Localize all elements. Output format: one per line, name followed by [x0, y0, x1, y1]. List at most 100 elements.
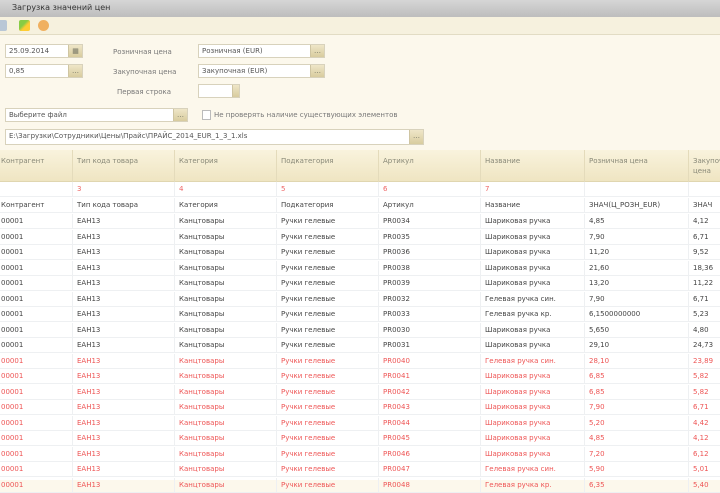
table-cell: 7,20	[584, 446, 688, 462]
coef-field[interactable]: 0,85 …	[5, 64, 83, 78]
table-cell	[688, 182, 720, 197]
column-header[interactable]: Тип кода товара	[72, 150, 174, 182]
table-cell: PR0041	[378, 369, 480, 384]
table-cell: 21,60	[584, 260, 688, 276]
table-row[interactable]: 00001 ЕАН13 Канцтовары Ручки гелевые PR0032 Г…	[0, 291, 720, 307]
skip-existing-checkbox[interactable]	[202, 110, 211, 120]
table-cell: 00001	[0, 447, 72, 462]
table-row[interactable]: 00001 ЕАН13 Канцтовары Ручки гелевые PR0035 Ш…	[0, 229, 720, 245]
table-cell: Контрагент	[0, 198, 72, 213]
column-header[interactable]: Закупочная цена	[688, 150, 720, 182]
table-cell: ЕАН13	[72, 415, 174, 431]
retail-price-select-button[interactable]: …	[310, 45, 324, 57]
purchase-price-field[interactable]: Закупочная (EUR) …	[198, 64, 325, 78]
table-cell: 00001	[0, 261, 72, 276]
table-cell: Ручки гелевые	[276, 369, 378, 384]
table-cell: 24,73	[688, 338, 720, 353]
table-cell: Канцтовары	[174, 276, 276, 291]
table-row[interactable]: 00001 ЕАН13 Канцтовары Ручки гелевые PR0030 Ш…	[0, 322, 720, 338]
table-cell: Артикул	[378, 198, 480, 213]
table-cell: ЕАН13	[72, 291, 174, 307]
table-cell: Шариковая ручка	[480, 260, 584, 276]
column-number-row[interactable]: 34567	[0, 182, 720, 197]
column-header[interactable]: Контрагент	[0, 150, 72, 182]
table-cell: Категория	[174, 198, 276, 213]
table-cell: Шариковая ручка	[480, 229, 584, 245]
refresh-icon[interactable]	[19, 20, 30, 31]
table-row[interactable]: 00001 ЕАН13 Канцтовары Ручки гелевые PR0038 Ш…	[0, 260, 720, 276]
table-cell: 6,85	[584, 384, 688, 400]
table-cell: PR0032	[378, 291, 480, 307]
column-header[interactable]: Артикул	[378, 150, 480, 182]
table-row[interactable]: 00001 ЕАН13 Канцтовары Ручки гелевые PR0044 Ш…	[0, 415, 720, 431]
table-cell: 00001	[0, 369, 72, 384]
first-row-field[interactable]	[198, 84, 240, 98]
table-cell: Шариковая ручка	[480, 431, 584, 446]
purchase-price-value: Закупочная (EUR)	[202, 67, 268, 75]
table-row[interactable]: 00001 ЕАН13 Канцтовары Ручки гелевые PR0041 Ш…	[0, 369, 720, 384]
template-row[interactable]: Контрагент Тип кода товара Категория Подкат…	[0, 198, 720, 213]
file-path-field[interactable]: E:\Загрузки\Сотрудники\Цены\Прайс\ПРАЙС_…	[5, 129, 424, 145]
table-row[interactable]: 00001 ЕАН13 Канцтовары Ручки гелевые PR0045 Ш…	[0, 431, 720, 446]
coef-select-button[interactable]: …	[68, 65, 82, 77]
table-cell: 5,20	[584, 415, 688, 431]
table-cell: Подкатегория	[276, 198, 378, 213]
table-cell: 23,89	[688, 353, 720, 369]
table-row[interactable]: 00001 ЕАН13 Канцтовары Ручки гелевые PR0039 Ш…	[0, 276, 720, 291]
save-icon[interactable]	[0, 20, 7, 31]
table-cell: 18,36	[688, 260, 720, 276]
browse-file-button[interactable]: …	[409, 130, 423, 144]
table-cell: 00001	[0, 323, 72, 338]
purchase-price-select-button[interactable]: …	[310, 65, 324, 77]
coef-value: 0,85	[9, 67, 25, 75]
table-cell: 00001	[0, 354, 72, 369]
table-cell: Шариковая ручка	[480, 322, 584, 338]
table-cell: 5,90	[584, 462, 688, 477]
table-cell: PR0030	[378, 322, 480, 338]
column-header[interactable]: Название	[480, 150, 584, 182]
table-cell: Ручки гелевые	[276, 446, 378, 462]
table-cell: Ручки гелевые	[276, 415, 378, 431]
table-row[interactable]: 00001 ЕАН13 Канцтовары Ручки гелевые PR0043 Ш…	[0, 400, 720, 415]
table-row[interactable]: 00001 ЕАН13 Канцтовары Ручки гелевые PR0036 Ш…	[0, 245, 720, 260]
table-cell: 4,12	[688, 431, 720, 446]
file-type-value: Выберите файл	[9, 111, 67, 119]
table-cell	[0, 182, 72, 197]
table-cell: PR0036	[378, 245, 480, 260]
table-cell: 29,10	[584, 338, 688, 353]
retail-price-field[interactable]: Розничная (EUR)…	[198, 44, 325, 58]
table-row[interactable]: 00001 ЕАН13 Канцтовары Ручки гелевые PR0047 Г…	[0, 462, 720, 477]
table-row[interactable]: 00001 ЕАН13 Канцтовары Ручки гелевые PR0042 Ш…	[0, 384, 720, 400]
table-row[interactable]: 00001 ЕАН13 Канцтовары Ручки гелевые PR0040 Г…	[0, 353, 720, 369]
table-row[interactable]: 00001 ЕАН13 Канцтовары Ручки гелевые PR0034 Ш…	[0, 214, 720, 229]
table-cell: PR0038	[378, 260, 480, 276]
table-cell: Шариковая ручка	[480, 446, 584, 462]
column-header[interactable]: Розничная цена	[584, 150, 688, 182]
table-cell: 11,20	[584, 245, 688, 260]
table-cell: 00001	[0, 385, 72, 400]
table-cell: 7,90	[584, 229, 688, 245]
table-cell: 00001	[0, 292, 72, 307]
table-cell: PR0047	[378, 462, 480, 477]
date-field[interactable]: 25.09.2014 ▦	[5, 44, 83, 58]
table-cell: Канцтовары	[174, 260, 276, 276]
column-header[interactable]: Подкатегория	[276, 150, 378, 182]
table-cell: ЕАН13	[72, 369, 174, 384]
table-cell: Ручки гелевые	[276, 384, 378, 400]
table-cell: 00001	[0, 276, 72, 291]
table-row[interactable]: 00001 ЕАН13 Канцтовары Ручки гелевые PR0033 Г…	[0, 307, 720, 322]
table-row[interactable]: 00001 ЕАН13 Канцтовары Ручки гелевые PR0046 Ш…	[0, 446, 720, 462]
table-row[interactable]: 00001 ЕАН13 Канцтовары Ручки гелевые PR0031 Ш…	[0, 338, 720, 353]
calendar-button[interactable]: ▦	[68, 45, 82, 57]
column-header[interactable]: Категория	[174, 150, 276, 182]
settings-icon[interactable]	[38, 20, 49, 31]
first-row-spinner[interactable]	[232, 85, 239, 97]
table-cell: 6,85	[584, 369, 688, 384]
table-cell: 4,85	[584, 431, 688, 446]
file-type-field[interactable]: Выберите файл …	[5, 108, 188, 122]
date-value: 25.09.2014	[9, 47, 50, 55]
table-cell: Ручки гелевые	[276, 260, 378, 276]
file-type-select-button[interactable]: …	[173, 109, 187, 121]
table-cell: 6,1500000000	[584, 307, 688, 322]
table-cell: PR0044	[378, 415, 480, 431]
